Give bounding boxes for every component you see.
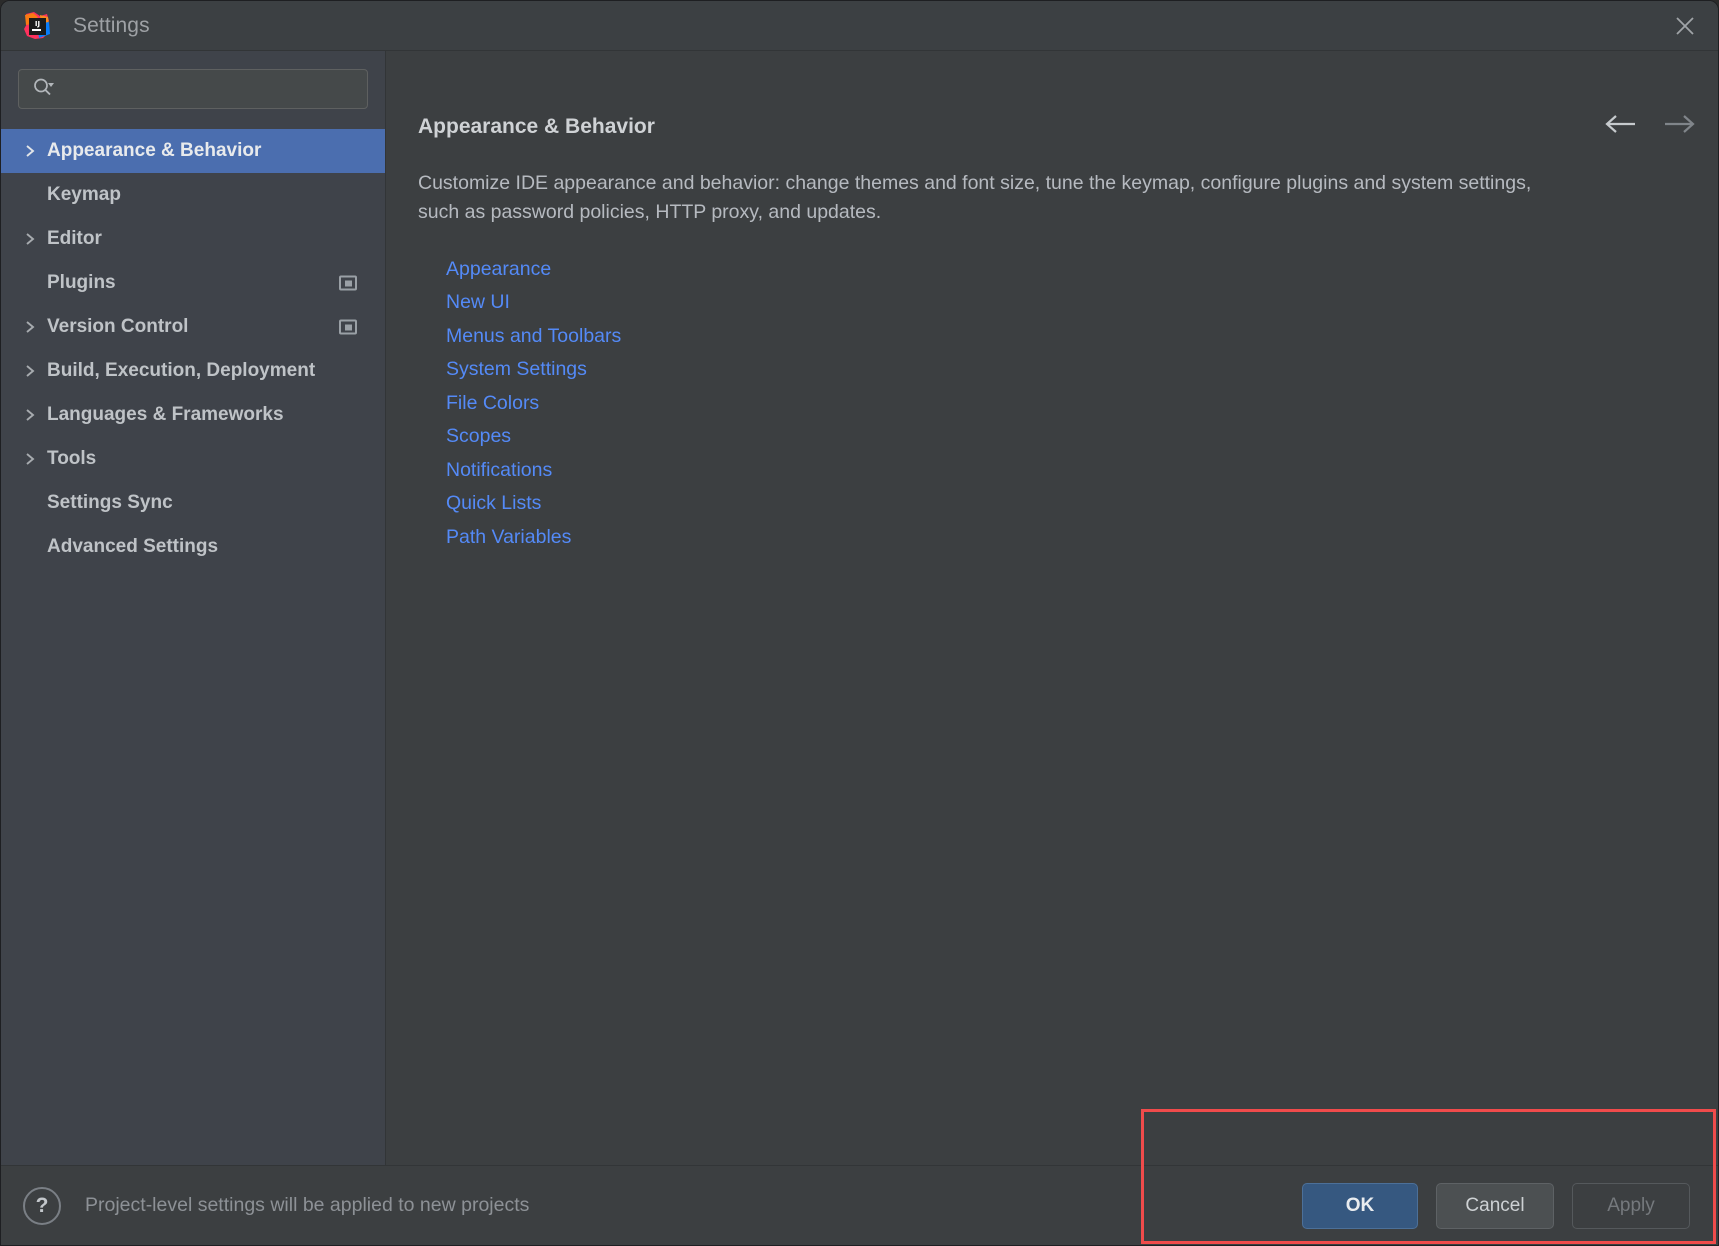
sidebar-item-label: Tools bbox=[47, 448, 97, 469]
question-mark-icon[interactable]: ? bbox=[23, 1186, 61, 1225]
settings-sidebar: Appearance & Behavior Keymap Editor Plugins… bbox=[1, 51, 386, 1165]
ok-button[interactable]: OK bbox=[1302, 1182, 1418, 1229]
sidebar-item-build-execution-deployment[interactable]: Build, Execution, Deployment bbox=[1, 349, 385, 393]
sidebar-item-version-control[interactable]: Version Control bbox=[1, 305, 385, 349]
sidebar-item-advanced-settings[interactable]: Advanced Settings bbox=[1, 525, 385, 569]
sidebar-item-languages-frameworks[interactable]: Languages & Frameworks bbox=[1, 393, 385, 437]
sidebar-item-label: Build, Execution, Deployment bbox=[47, 360, 316, 381]
sidebar-item-appearance-behavior[interactable]: Appearance & Behavior bbox=[1, 129, 385, 173]
window-title: Settings bbox=[73, 13, 150, 37]
close-icon[interactable] bbox=[1652, 1, 1718, 51]
settings-link-new-ui[interactable]: New UI bbox=[446, 286, 510, 320]
dialog-body: Appearance & Behavior Keymap Editor Plugins… bbox=[1, 51, 1718, 1165]
page-description: Customize IDE appearance and behavior: c… bbox=[418, 172, 1532, 223]
sidebar-item-label: Plugins bbox=[47, 272, 116, 293]
dialog-button-group: OK Cancel Apply bbox=[1302, 1182, 1690, 1229]
navigation-arrows bbox=[1604, 113, 1696, 140]
sidebar-item-editor[interactable]: Editor bbox=[1, 217, 385, 261]
sidebar-item-label: Advanced Settings bbox=[47, 536, 219, 557]
sidebar-item-label: Version Control bbox=[47, 316, 189, 337]
sidebar-item-label: Keymap bbox=[47, 184, 121, 205]
settings-link-notifications[interactable]: Notifications bbox=[446, 454, 552, 488]
chevron-right-icon bbox=[23, 363, 47, 379]
arrow-left-icon[interactable] bbox=[1604, 113, 1638, 140]
settings-link-appearance[interactable]: Appearance bbox=[446, 253, 551, 287]
settings-dialog: IJ Settings Appearance & Behavior Keymap… bbox=[0, 0, 1719, 1246]
title-bar: IJ Settings bbox=[1, 1, 1718, 51]
search-field[interactable] bbox=[18, 69, 368, 109]
sub-settings-links: Appearance New UI Menus and Toolbars System… bbox=[446, 253, 1718, 555]
intellij-idea-logo-icon: IJ bbox=[23, 11, 51, 40]
search-container bbox=[1, 69, 385, 109]
page-title: Appearance & Behavior bbox=[418, 115, 655, 138]
svg-text:IJ: IJ bbox=[35, 20, 40, 28]
settings-link-path-variables[interactable]: Path Variables bbox=[446, 521, 571, 555]
sidebar-item-label: Settings Sync bbox=[47, 492, 173, 513]
settings-link-menus-and-toolbars[interactable]: Menus and Toolbars bbox=[446, 320, 621, 354]
sidebar-item-keymap[interactable]: Keymap bbox=[1, 173, 385, 217]
project-level-badge-icon bbox=[339, 319, 357, 335]
settings-link-scopes[interactable]: Scopes bbox=[446, 420, 511, 454]
search-input[interactable] bbox=[63, 79, 357, 99]
arrow-right-icon[interactable] bbox=[1662, 113, 1696, 140]
chevron-right-icon bbox=[23, 143, 47, 159]
chevron-right-icon bbox=[23, 231, 47, 247]
settings-link-quick-lists[interactable]: Quick Lists bbox=[446, 487, 541, 521]
settings-link-file-colors[interactable]: File Colors bbox=[446, 387, 539, 421]
sidebar-item-label: Appearance & Behavior bbox=[47, 140, 262, 161]
chevron-right-icon bbox=[23, 451, 47, 467]
project-level-badge-icon bbox=[339, 275, 357, 291]
chevron-right-icon bbox=[23, 319, 47, 335]
settings-link-system-settings[interactable]: System Settings bbox=[446, 353, 587, 387]
settings-tree: Appearance & Behavior Keymap Editor Plugins… bbox=[1, 129, 385, 569]
sidebar-item-label: Editor bbox=[47, 228, 102, 249]
cancel-button[interactable]: Cancel bbox=[1436, 1182, 1554, 1229]
dialog-footer: ? Project-level settings will be applied… bbox=[1, 1165, 1718, 1245]
content-panel: Appearance & Behavior Customize IDE appe… bbox=[386, 51, 1718, 1165]
sidebar-item-tools[interactable]: Tools bbox=[1, 437, 385, 481]
sidebar-item-label: Languages & Frameworks bbox=[47, 404, 284, 425]
chevron-right-icon bbox=[23, 407, 47, 423]
apply-button: Apply bbox=[1572, 1182, 1690, 1229]
search-icon bbox=[33, 77, 55, 102]
sidebar-item-settings-sync[interactable]: Settings Sync bbox=[1, 481, 385, 525]
sidebar-item-plugins[interactable]: Plugins bbox=[1, 261, 385, 305]
footer-note: Project-level settings will be applied t… bbox=[85, 1194, 530, 1216]
